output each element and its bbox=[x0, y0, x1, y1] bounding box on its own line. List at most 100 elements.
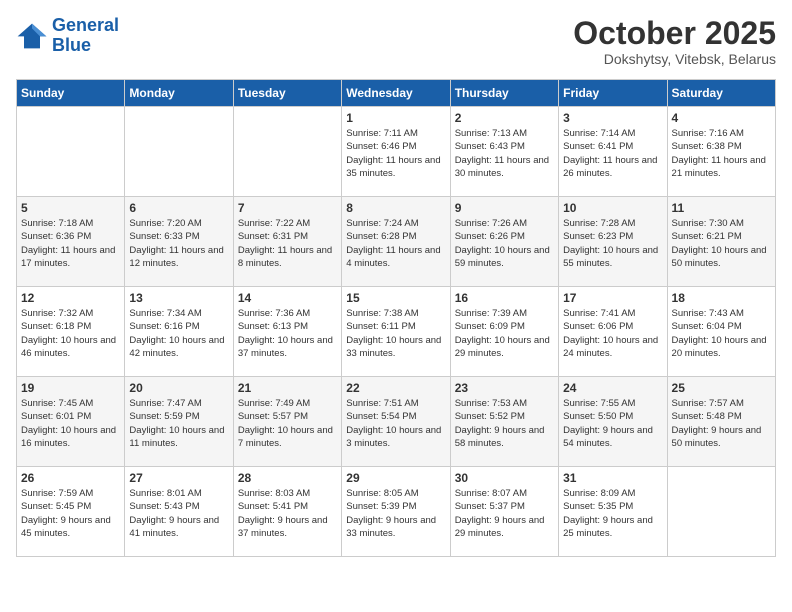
location-subtitle: Dokshytsy, Vitebsk, Belarus bbox=[573, 51, 776, 67]
day-number: 8 bbox=[346, 201, 445, 215]
day-number: 6 bbox=[129, 201, 228, 215]
calendar-cell bbox=[17, 107, 125, 197]
day-info: Sunrise: 7:28 AM Sunset: 6:23 PM Dayligh… bbox=[563, 217, 662, 270]
calendar-cell: 12 Sunrise: 7:32 AM Sunset: 6:18 PM Dayli… bbox=[17, 287, 125, 377]
day-info: Sunrise: 7:16 AM Sunset: 6:38 PM Dayligh… bbox=[672, 127, 771, 180]
day-number: 25 bbox=[672, 381, 771, 395]
calendar-cell: 25 Sunrise: 7:57 AM Sunset: 5:48 PM Dayli… bbox=[667, 377, 775, 467]
day-info: Sunrise: 7:24 AM Sunset: 6:28 PM Dayligh… bbox=[346, 217, 445, 270]
day-number: 2 bbox=[455, 111, 554, 125]
day-number: 3 bbox=[563, 111, 662, 125]
calendar-cell: 14 Sunrise: 7:36 AM Sunset: 6:13 PM Dayli… bbox=[233, 287, 341, 377]
calendar-week-row: 19 Sunrise: 7:45 AM Sunset: 6:01 PM Dayli… bbox=[17, 377, 776, 467]
calendar-cell: 16 Sunrise: 7:39 AM Sunset: 6:09 PM Dayli… bbox=[450, 287, 558, 377]
day-info: Sunrise: 7:11 AM Sunset: 6:46 PM Dayligh… bbox=[346, 127, 445, 180]
day-info: Sunrise: 7:32 AM Sunset: 6:18 PM Dayligh… bbox=[21, 307, 120, 360]
day-of-week-header: Wednesday bbox=[342, 80, 450, 107]
day-number: 12 bbox=[21, 291, 120, 305]
calendar-cell: 26 Sunrise: 7:59 AM Sunset: 5:45 PM Dayli… bbox=[17, 467, 125, 557]
day-number: 22 bbox=[346, 381, 445, 395]
day-info: Sunrise: 7:41 AM Sunset: 6:06 PM Dayligh… bbox=[563, 307, 662, 360]
day-of-week-header: Tuesday bbox=[233, 80, 341, 107]
day-info: Sunrise: 7:59 AM Sunset: 5:45 PM Dayligh… bbox=[21, 487, 120, 540]
title-block: October 2025 Dokshytsy, Vitebsk, Belarus bbox=[573, 16, 776, 67]
day-number: 31 bbox=[563, 471, 662, 485]
day-number: 18 bbox=[672, 291, 771, 305]
day-number: 23 bbox=[455, 381, 554, 395]
logo-text: General Blue bbox=[52, 16, 119, 56]
day-info: Sunrise: 7:14 AM Sunset: 6:41 PM Dayligh… bbox=[563, 127, 662, 180]
day-of-week-header: Sunday bbox=[17, 80, 125, 107]
day-number: 5 bbox=[21, 201, 120, 215]
day-number: 26 bbox=[21, 471, 120, 485]
calendar-cell: 27 Sunrise: 8:01 AM Sunset: 5:43 PM Dayli… bbox=[125, 467, 233, 557]
day-number: 30 bbox=[455, 471, 554, 485]
day-info: Sunrise: 8:09 AM Sunset: 5:35 PM Dayligh… bbox=[563, 487, 662, 540]
calendar-table: SundayMondayTuesdayWednesdayThursdayFrid… bbox=[16, 79, 776, 557]
month-title: October 2025 bbox=[573, 16, 776, 51]
calendar-cell: 7 Sunrise: 7:22 AM Sunset: 6:31 PM Daylig… bbox=[233, 197, 341, 287]
calendar-cell: 18Sunrise: 7:43 AM Sunset: 6:04 PM Dayli… bbox=[667, 287, 775, 377]
calendar-cell: 21 Sunrise: 7:49 AM Sunset: 5:57 PM Dayli… bbox=[233, 377, 341, 467]
day-number: 27 bbox=[129, 471, 228, 485]
calendar-week-row: 26 Sunrise: 7:59 AM Sunset: 5:45 PM Dayli… bbox=[17, 467, 776, 557]
day-info: Sunrise: 7:20 AM Sunset: 6:33 PM Dayligh… bbox=[129, 217, 228, 270]
logo: General Blue bbox=[16, 16, 119, 56]
day-number: 10 bbox=[563, 201, 662, 215]
day-number: 28 bbox=[238, 471, 337, 485]
calendar-cell: 11Sunrise: 7:30 AM Sunset: 6:21 PM Dayli… bbox=[667, 197, 775, 287]
day-number: 19 bbox=[21, 381, 120, 395]
day-info: Sunrise: 7:26 AM Sunset: 6:26 PM Dayligh… bbox=[455, 217, 554, 270]
calendar-cell: 22 Sunrise: 7:51 AM Sunset: 5:54 PM Dayli… bbox=[342, 377, 450, 467]
day-info: Sunrise: 7:18 AM Sunset: 6:36 PM Dayligh… bbox=[21, 217, 120, 270]
day-of-week-header: Friday bbox=[559, 80, 667, 107]
day-info: Sunrise: 7:57 AM Sunset: 5:48 PM Dayligh… bbox=[672, 397, 771, 450]
day-number: 21 bbox=[238, 381, 337, 395]
calendar-cell: 8 Sunrise: 7:24 AM Sunset: 6:28 PM Daylig… bbox=[342, 197, 450, 287]
day-number: 29 bbox=[346, 471, 445, 485]
calendar-week-row: 1Sunrise: 7:11 AM Sunset: 6:46 PM Daylig… bbox=[17, 107, 776, 197]
day-number: 4 bbox=[672, 111, 771, 125]
day-number: 15 bbox=[346, 291, 445, 305]
calendar-cell: 4 Sunrise: 7:16 AM Sunset: 6:38 PM Daylig… bbox=[667, 107, 775, 197]
day-info: Sunrise: 7:30 AM Sunset: 6:21 PM Dayligh… bbox=[672, 217, 771, 270]
calendar-cell: 1Sunrise: 7:11 AM Sunset: 6:46 PM Daylig… bbox=[342, 107, 450, 197]
day-info: Sunrise: 7:45 AM Sunset: 6:01 PM Dayligh… bbox=[21, 397, 120, 450]
day-info: Sunrise: 8:07 AM Sunset: 5:37 PM Dayligh… bbox=[455, 487, 554, 540]
day-info: Sunrise: 7:49 AM Sunset: 5:57 PM Dayligh… bbox=[238, 397, 337, 450]
day-info: Sunrise: 7:53 AM Sunset: 5:52 PM Dayligh… bbox=[455, 397, 554, 450]
calendar-cell: 5 Sunrise: 7:18 AM Sunset: 6:36 PM Daylig… bbox=[17, 197, 125, 287]
calendar-cell: 17Sunrise: 7:41 AM Sunset: 6:06 PM Dayli… bbox=[559, 287, 667, 377]
day-number: 14 bbox=[238, 291, 337, 305]
day-number: 16 bbox=[455, 291, 554, 305]
day-number: 13 bbox=[129, 291, 228, 305]
day-info: Sunrise: 7:47 AM Sunset: 5:59 PM Dayligh… bbox=[129, 397, 228, 450]
calendar-cell: 24Sunrise: 7:55 AM Sunset: 5:50 PM Dayli… bbox=[559, 377, 667, 467]
day-info: Sunrise: 7:22 AM Sunset: 6:31 PM Dayligh… bbox=[238, 217, 337, 270]
day-of-week-header: Saturday bbox=[667, 80, 775, 107]
calendar-cell: 30 Sunrise: 8:07 AM Sunset: 5:37 PM Dayli… bbox=[450, 467, 558, 557]
logo-icon bbox=[16, 22, 48, 50]
calendar-cell bbox=[233, 107, 341, 197]
calendar-cell: 19 Sunrise: 7:45 AM Sunset: 6:01 PM Dayli… bbox=[17, 377, 125, 467]
day-number: 9 bbox=[455, 201, 554, 215]
day-info: Sunrise: 8:03 AM Sunset: 5:41 PM Dayligh… bbox=[238, 487, 337, 540]
page-header: General Blue October 2025 Dokshytsy, Vit… bbox=[16, 16, 776, 67]
day-info: Sunrise: 8:01 AM Sunset: 5:43 PM Dayligh… bbox=[129, 487, 228, 540]
day-info: Sunrise: 8:05 AM Sunset: 5:39 PM Dayligh… bbox=[346, 487, 445, 540]
day-info: Sunrise: 7:55 AM Sunset: 5:50 PM Dayligh… bbox=[563, 397, 662, 450]
day-info: Sunrise: 7:34 AM Sunset: 6:16 PM Dayligh… bbox=[129, 307, 228, 360]
day-info: Sunrise: 7:51 AM Sunset: 5:54 PM Dayligh… bbox=[346, 397, 445, 450]
calendar-week-row: 12 Sunrise: 7:32 AM Sunset: 6:18 PM Dayli… bbox=[17, 287, 776, 377]
day-number: 20 bbox=[129, 381, 228, 395]
calendar-cell: 2Sunrise: 7:13 AM Sunset: 6:43 PM Daylig… bbox=[450, 107, 558, 197]
day-info: Sunrise: 7:39 AM Sunset: 6:09 PM Dayligh… bbox=[455, 307, 554, 360]
calendar-cell: 31 Sunrise: 8:09 AM Sunset: 5:35 PM Dayli… bbox=[559, 467, 667, 557]
calendar-cell: 10 Sunrise: 7:28 AM Sunset: 6:23 PM Dayli… bbox=[559, 197, 667, 287]
day-info: Sunrise: 7:36 AM Sunset: 6:13 PM Dayligh… bbox=[238, 307, 337, 360]
calendar-cell: 20 Sunrise: 7:47 AM Sunset: 5:59 PM Dayli… bbox=[125, 377, 233, 467]
day-number: 7 bbox=[238, 201, 337, 215]
calendar-header-row: SundayMondayTuesdayWednesdayThursdayFrid… bbox=[17, 80, 776, 107]
calendar-cell: 9 Sunrise: 7:26 AM Sunset: 6:26 PM Daylig… bbox=[450, 197, 558, 287]
calendar-cell: 23 Sunrise: 7:53 AM Sunset: 5:52 PM Dayli… bbox=[450, 377, 558, 467]
